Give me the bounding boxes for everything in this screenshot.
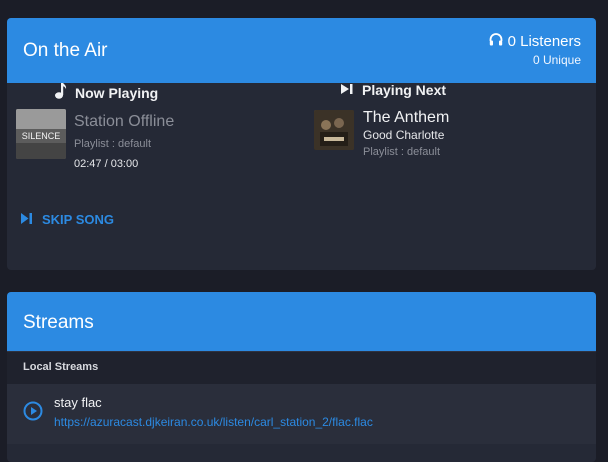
skip-next-icon [340, 82, 362, 98]
playing-next-artist: Good Charlotte [363, 128, 445, 142]
listeners-label: 0 Listeners [507, 33, 581, 50]
now-playing-album-art: SILENCE [16, 109, 66, 159]
now-playing-title: Station Offline [74, 113, 175, 130]
now-playing-label: Now Playing [75, 84, 159, 101]
streams-card: Streams Local Streams stay flac https://… [7, 292, 596, 462]
listeners-block: 0 Listeners 0 Unique [489, 33, 581, 67]
skip-song-label: SKIP SONG [42, 212, 115, 227]
streams-title: Streams [23, 312, 94, 333]
play-circle-icon[interactable] [23, 401, 43, 426]
skip-icon [21, 212, 42, 227]
playing-next-title: The Anthem [363, 109, 450, 126]
headphones-icon [489, 33, 508, 50]
playing-next-heading: Playing Next [340, 82, 446, 98]
now-playing-time: 02:47 / 03:00 [74, 158, 139, 170]
album-art-text: SILENCE [22, 131, 61, 141]
on-the-air-header: On the Air 0 Listeners 0 Unique [7, 18, 596, 83]
skip-song-button[interactable]: SKIP SONG [21, 212, 114, 227]
on-the-air-title: On the Air [23, 40, 108, 61]
streams-header: Streams [7, 292, 596, 351]
unique-listeners: 0 Unique [532, 53, 581, 67]
stream-url-link[interactable]: https://azuracast.djkeiran.co.uk/listen/… [54, 415, 373, 429]
now-playing-playlist: Playlist : default [74, 138, 152, 150]
stream-name: stay flac [54, 395, 102, 410]
local-streams-section: Local Streams [7, 351, 596, 385]
local-streams-label: Local Streams [23, 361, 99, 373]
stream-item: stay flac https://azuracast.djkeiran.co.… [7, 384, 596, 444]
playing-next-label: Playing Next [362, 82, 447, 98]
playing-next-album-art [314, 110, 354, 150]
now-playing-heading: Now Playing [53, 82, 158, 103]
music-note-icon [53, 82, 75, 103]
playing-next-playlist: Playlist : default [363, 146, 441, 158]
listeners-count: 0 Listeners [489, 33, 581, 50]
